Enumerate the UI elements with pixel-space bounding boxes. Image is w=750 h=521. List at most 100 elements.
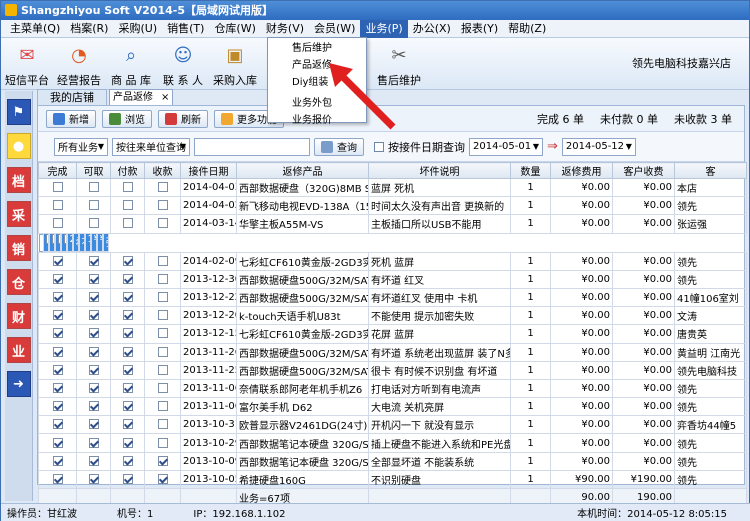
row-checkbox[interactable] [110,360,145,380]
checkbox[interactable] [157,310,168,321]
sidebar-archive[interactable]: 档 [6,167,31,193]
sidebar-warehouse[interactable]: 仓 [6,269,31,295]
row-checkbox[interactable] [110,306,145,326]
row-checkbox[interactable] [76,378,111,399]
column-header[interactable]: 客户收费 [612,162,675,179]
table-row[interactable]: 2013-12-15七彩虹CF610黄金版-2GD3实际（CP花屏 蓝屏1¥0.… [38,324,747,344]
row-checkbox[interactable] [38,269,77,289]
table-row[interactable]: 2014-02-09七彩虹CF610黄金版-2GD3实际（CP死机 蓝屏1¥0.… [38,251,747,271]
table-row[interactable]: 2014-04-02新飞移动电视EVD-138A（15寸）时间太久没有声出音 更… [38,196,747,216]
column-header[interactable]: 客 [674,162,747,179]
row-checkbox[interactable] [76,469,111,490]
table-row[interactable]: 2013-11-25西部数据硬盘500G/32M/SATA蓝盘很卡 有时候不识别… [38,360,747,380]
checkbox[interactable] [88,310,99,321]
column-header[interactable]: 坏件说明 [368,162,511,179]
checkbox[interactable] [88,401,99,412]
row-checkbox[interactable] [38,342,77,362]
sidebar-sales[interactable]: 销 [6,235,31,261]
checkbox[interactable] [157,255,168,266]
menu-item[interactable]: 销售(T) [162,20,209,38]
checkbox[interactable] [122,346,133,357]
row-checkbox[interactable] [144,433,181,453]
checkbox[interactable] [88,364,99,375]
checkbox[interactable] [88,273,99,284]
row-checkbox[interactable] [76,397,111,417]
toolbar-button[interactable]: ⌕ 商 品 库 [105,38,157,89]
checkbox[interactable] [52,328,63,339]
checkbox[interactable] [52,200,63,211]
row-checkbox[interactable] [76,196,111,216]
row-checkbox[interactable] [144,251,181,271]
row-checkbox[interactable] [76,177,111,198]
row-checkbox[interactable] [110,451,145,471]
column-header[interactable]: 返修费用 [550,162,613,179]
refresh-button[interactable]: 刷新 [158,109,208,128]
row-checkbox[interactable] [38,251,77,271]
browse-button[interactable]: 浏览 [102,109,152,128]
row-checkbox[interactable] [110,251,145,271]
checkbox[interactable] [122,401,133,412]
row-checkbox[interactable] [110,177,145,198]
checkbox[interactable] [88,255,99,266]
query-button[interactable]: 查询 [314,137,364,156]
exit-icon[interactable]: ➜ [6,371,31,397]
column-header[interactable]: 数量 [510,162,551,179]
row-checkbox[interactable] [144,469,181,490]
checkbox[interactable] [122,200,133,211]
flag-icon[interactable]: ⚑ [6,99,31,125]
checkbox[interactable] [52,255,63,266]
row-checkbox[interactable] [76,451,111,471]
sidebar-business[interactable]: 业 [6,337,31,363]
checkbox[interactable] [52,346,63,357]
checkbox[interactable] [88,200,99,211]
row-checkbox[interactable] [144,415,181,435]
checkbox[interactable] [52,273,63,284]
row-checkbox[interactable] [144,177,181,198]
row-checkbox[interactable] [38,177,77,198]
date-filter-checkbox[interactable] [374,141,384,152]
column-header[interactable]: 可取 [76,162,111,179]
checkbox[interactable] [122,419,133,430]
checkbox[interactable] [122,292,133,303]
checkbox[interactable] [52,437,63,448]
row-checkbox[interactable] [144,451,181,471]
row-checkbox[interactable] [144,196,181,216]
row-checkbox[interactable] [144,324,181,344]
row-checkbox[interactable] [144,269,181,289]
checkbox[interactable] [88,292,99,303]
row-checkbox[interactable] [144,342,181,362]
table-row[interactable]: 2013-10-31 欧普显示器V2461DG(24寸)负 开机闪一下 就没有显示 1… [38,415,747,435]
row-checkbox[interactable] [110,378,145,399]
add-button[interactable]: 新增 [46,109,96,128]
row-checkbox[interactable] [110,324,145,344]
row-checkbox[interactable] [38,433,77,453]
row-checkbox[interactable] [144,360,181,380]
table-row[interactable]: 2013-11-06 富尔美手机 D62 大电流 关机亮屏 1 ¥0.00 ¥0.00 领先 [38,397,747,417]
business-select[interactable]: 所有业务 ▼ [54,137,108,156]
table-row[interactable]: 2014-03-14 华擎主板A55M-VS 主板插口所以USB不能用 1 ¥0.00 ¥… [38,214,747,234]
checkbox[interactable] [88,473,99,484]
row-checkbox[interactable] [110,415,145,435]
checkbox[interactable] [122,473,133,484]
checkbox[interactable] [157,273,168,284]
table-row[interactable]: 2013-12-30西部数据硬盘500G/32M/SATA蓝盘有坏道 红叉1¥0… [38,269,747,289]
checkbox[interactable] [52,218,63,229]
checkbox[interactable] [88,328,99,339]
checkbox[interactable] [88,346,99,357]
row-checkbox[interactable] [110,196,145,216]
checkbox[interactable] [122,328,133,339]
checkbox[interactable] [52,382,63,393]
checkbox[interactable] [157,200,168,211]
row-checkbox[interactable] [110,269,145,289]
checkbox[interactable] [122,273,133,284]
row-checkbox[interactable] [38,360,77,380]
checkbox[interactable] [88,455,99,466]
row-checkbox[interactable] [76,306,111,326]
menu-item[interactable]: 报表(Y) [456,20,503,38]
row-checkbox[interactable] [38,324,77,344]
row-checkbox[interactable] [110,214,145,234]
row-checkbox[interactable] [110,469,145,490]
row-checkbox[interactable] [110,433,145,453]
menu-item[interactable]: 办公(X) [408,20,456,38]
checkbox[interactable] [157,437,168,448]
